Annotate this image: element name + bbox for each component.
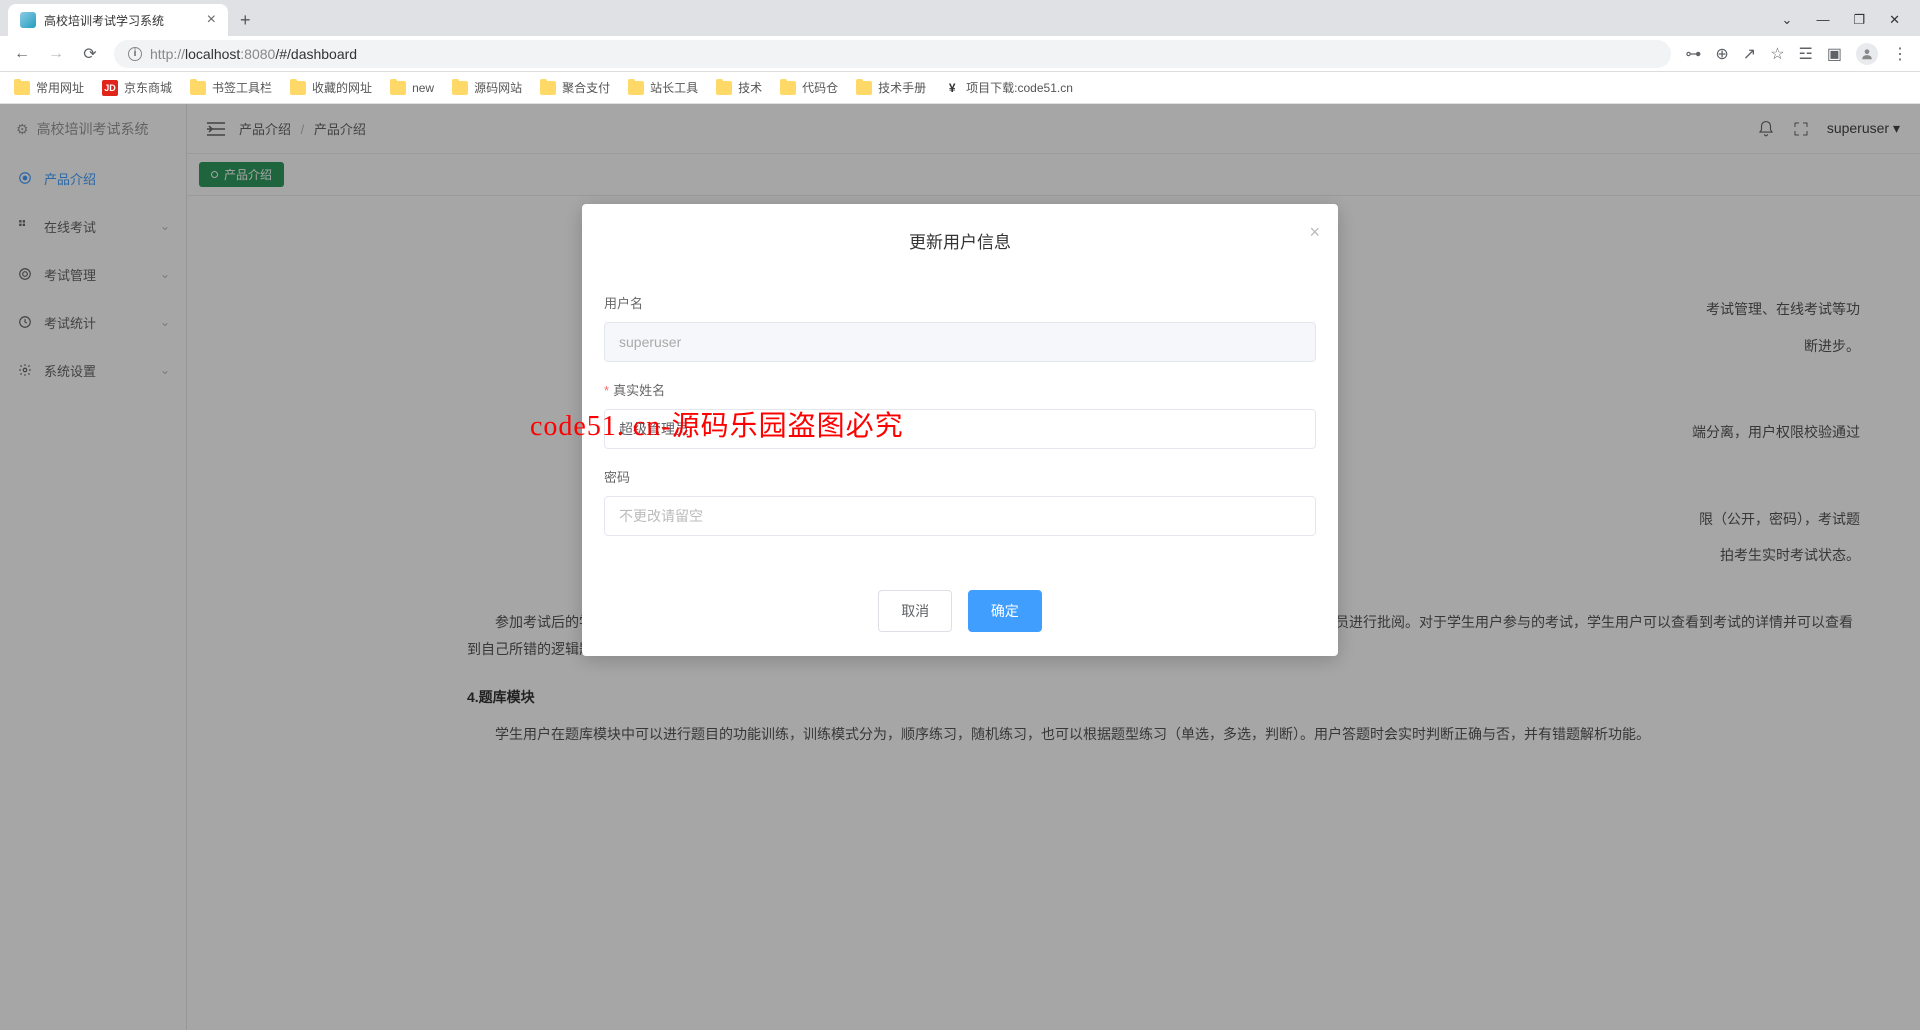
url-host: localhost bbox=[185, 46, 240, 62]
back-icon[interactable]: ← bbox=[12, 45, 32, 63]
modal-title: 更新用户信息 bbox=[909, 233, 1011, 252]
bookmark-item[interactable]: 收藏的网址 bbox=[290, 79, 372, 96]
url-input[interactable]: i http://localhost:8080/#/dashboard bbox=[114, 40, 1671, 68]
url-port: :8080 bbox=[240, 46, 275, 62]
reload-icon[interactable]: ⟳ bbox=[80, 44, 100, 64]
bookmark-item[interactable]: 常用网址 bbox=[14, 79, 84, 96]
bookmark-label: 项目下载:code51.cn bbox=[966, 79, 1073, 96]
menu-icon[interactable]: ⋮ bbox=[1892, 44, 1908, 64]
extension-icon[interactable]: ▣ bbox=[1827, 44, 1842, 64]
minimize-icon[interactable]: — bbox=[1816, 12, 1829, 28]
modal-body: 用户名 *真实姓名 密码 bbox=[582, 265, 1338, 574]
bookmark-label: 代码仓 bbox=[802, 79, 838, 96]
modal-overlay[interactable]: 更新用户信息 × 用户名 *真实姓名 密码 取消 确定 bbox=[0, 104, 1920, 1030]
bookmark-item[interactable]: 技术手册 bbox=[856, 79, 926, 96]
browser-tab[interactable]: 高校培训考试学习系统 × bbox=[8, 4, 228, 36]
bookmark-item[interactable]: ¥ 项目下载:code51.cn bbox=[944, 79, 1073, 96]
update-user-modal: 更新用户信息 × 用户名 *真实姓名 密码 取消 确定 bbox=[582, 204, 1338, 656]
bookmark-label: 常用网址 bbox=[36, 79, 84, 96]
bookmark-label: 京东商城 bbox=[124, 79, 172, 96]
password-label: 密码 bbox=[604, 467, 1316, 486]
maximize-icon[interactable]: ❐ bbox=[1853, 12, 1865, 28]
bookmark-label: 站长工具 bbox=[650, 79, 698, 96]
folder-icon bbox=[190, 81, 206, 95]
close-window-icon[interactable]: ✕ bbox=[1889, 12, 1900, 28]
modal-header: 更新用户信息 × bbox=[582, 204, 1338, 265]
address-bar: ← → ⟳ i http://localhost:8080/#/dashboar… bbox=[0, 36, 1920, 72]
bookmark-label: new bbox=[412, 81, 434, 95]
url-path: /#/dashboard bbox=[275, 46, 357, 62]
tab-favicon bbox=[20, 12, 36, 28]
realname-label: *真实姓名 bbox=[604, 380, 1316, 399]
profile-avatar[interactable] bbox=[1856, 43, 1878, 65]
folder-icon bbox=[390, 81, 406, 95]
folder-icon bbox=[452, 81, 468, 95]
realname-input[interactable] bbox=[604, 409, 1316, 449]
username-label: 用户名 bbox=[604, 293, 1316, 312]
folder-icon bbox=[290, 81, 306, 95]
window-controls: ⌄ — ❐ ✕ bbox=[1782, 12, 1912, 28]
tab-title: 高校培训考试学习系统 bbox=[44, 12, 164, 29]
bookmark-item[interactable]: 技术 bbox=[716, 79, 762, 96]
bookmark-label: 源码网站 bbox=[474, 79, 522, 96]
bookmark-item[interactable]: 站长工具 bbox=[628, 79, 698, 96]
close-icon[interactable]: × bbox=[1309, 222, 1320, 243]
tab-bar: 高校培训考试学习系统 × + ⌄ — ❐ ✕ bbox=[0, 0, 1920, 36]
username-input bbox=[604, 322, 1316, 362]
zoom-icon[interactable]: ⊕ bbox=[1715, 44, 1728, 64]
cancel-button[interactable]: 取消 bbox=[878, 590, 952, 632]
password-input[interactable] bbox=[604, 496, 1316, 536]
bookmark-label: 技术手册 bbox=[878, 79, 926, 96]
bookmark-label: 收藏的网址 bbox=[312, 79, 372, 96]
star-icon[interactable]: ☆ bbox=[1770, 44, 1784, 64]
forward-icon[interactable]: → bbox=[46, 45, 66, 63]
yen-icon: ¥ bbox=[944, 80, 960, 96]
tab-close-icon[interactable]: × bbox=[207, 11, 216, 29]
new-tab-button[interactable]: + bbox=[240, 10, 251, 31]
key-icon[interactable]: ⊶ bbox=[1685, 44, 1701, 64]
bookmark-label: 聚合支付 bbox=[562, 79, 610, 96]
folder-icon bbox=[856, 81, 872, 95]
folder-icon bbox=[780, 81, 796, 95]
bookmark-item[interactable]: 书签工具栏 bbox=[190, 79, 272, 96]
url-protocol: http:// bbox=[150, 46, 185, 62]
confirm-button[interactable]: 确定 bbox=[968, 590, 1042, 632]
folder-icon bbox=[716, 81, 732, 95]
modal-footer: 取消 确定 bbox=[582, 574, 1338, 656]
bookmark-bar: 常用网址 JD 京东商城 书签工具栏 收藏的网址 new 源码网站 聚合支付 站长工具 技术 代码仓… bbox=[0, 72, 1920, 104]
bookmark-item[interactable]: new bbox=[390, 81, 434, 95]
jd-icon: JD bbox=[102, 80, 118, 96]
folder-icon bbox=[628, 81, 644, 95]
share-icon[interactable]: ↗ bbox=[1743, 44, 1756, 64]
reading-list-icon[interactable]: ☲ bbox=[1799, 44, 1813, 64]
chevron-down-icon[interactable]: ⌄ bbox=[1782, 12, 1793, 28]
bookmark-label: 书签工具栏 bbox=[212, 79, 272, 96]
bookmark-label: 技术 bbox=[738, 79, 762, 96]
bookmark-item[interactable]: JD 京东商城 bbox=[102, 79, 172, 96]
site-info-icon[interactable]: i bbox=[128, 47, 142, 61]
folder-icon bbox=[14, 81, 30, 95]
folder-icon bbox=[540, 81, 556, 95]
bookmark-item[interactable]: 代码仓 bbox=[780, 79, 838, 96]
bookmark-item[interactable]: 聚合支付 bbox=[540, 79, 610, 96]
browser-chrome: 高校培训考试学习系统 × + ⌄ — ❐ ✕ ← → ⟳ i http://lo… bbox=[0, 0, 1920, 104]
bookmark-item[interactable]: 源码网站 bbox=[452, 79, 522, 96]
